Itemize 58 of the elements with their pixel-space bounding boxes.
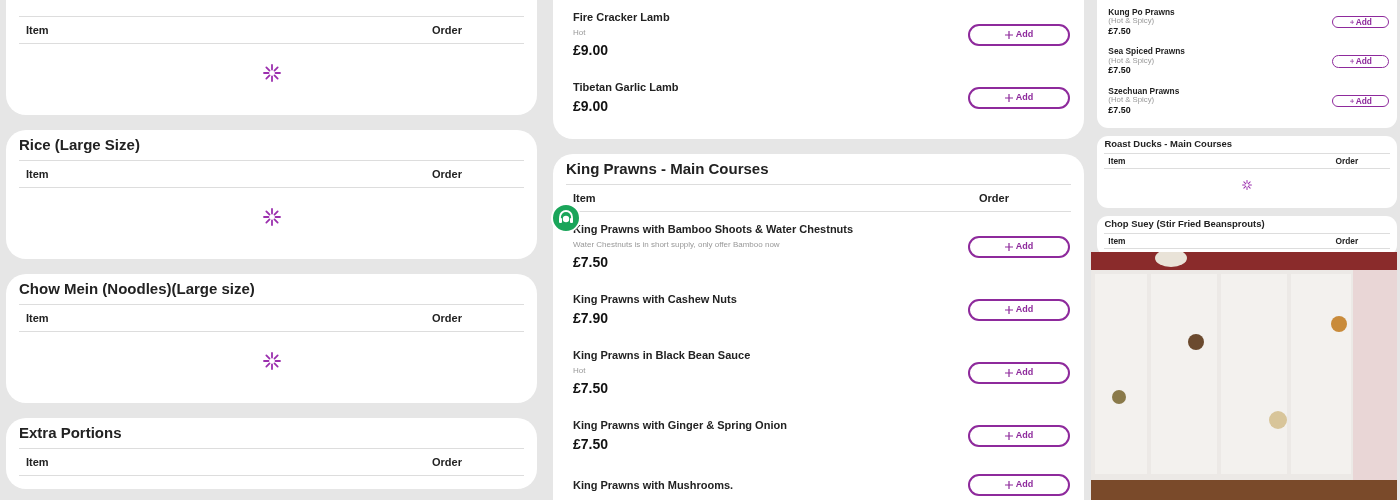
item-price: £7.50: [1108, 65, 1132, 76]
item-name: Szechuan Prawns: [1108, 86, 1180, 96]
item-name: Fire Cracker Lamb: [573, 10, 670, 25]
add-button[interactable]: Add: [968, 362, 1070, 384]
column-header: Order: [978, 190, 1010, 206]
add-button[interactable]: Add: [1332, 55, 1390, 68]
plus-icon: [1004, 432, 1013, 440]
item-name: King Prawns with Ginger & Spring Onion: [573, 418, 787, 433]
plus-icon: [1004, 481, 1013, 489]
add-button[interactable]: Add: [1332, 15, 1390, 29]
section-title: Roast Ducks - Main Courses: [1104, 137, 1234, 152]
item-price: £7.50: [1108, 104, 1132, 116]
column-header: Order: [431, 22, 463, 38]
column-header: Item: [26, 454, 49, 470]
item-price: £7.90: [573, 309, 610, 328]
column-header: Item: [26, 166, 49, 182]
column-header: Item: [573, 190, 596, 206]
item-name: Tibetan Garlic Lamb: [573, 80, 679, 95]
item-price: £7.50: [573, 253, 610, 272]
item-name: King Prawns with Mushrooms.: [573, 477, 734, 493]
item-price: £9.00: [573, 41, 610, 60]
item-price: £7.50: [573, 435, 610, 454]
column-header: Order: [431, 166, 463, 182]
column-header: Order: [1334, 154, 1360, 168]
item-name: King Prawns in Black Bean Sauce: [573, 348, 751, 363]
add-button[interactable]: Add: [968, 24, 1070, 46]
column-header: Item: [1108, 234, 1126, 248]
add-button[interactable]: Add: [968, 474, 1070, 496]
column-header: Item: [1108, 154, 1126, 168]
section-title: Chow Mein (Noodles)(Large size): [19, 279, 256, 299]
column-header: Order: [1334, 234, 1360, 248]
add-button[interactable]: Add: [968, 236, 1070, 258]
column-header: Order: [431, 310, 463, 326]
plus-icon: [1004, 243, 1013, 251]
column-header: Item: [26, 22, 49, 38]
add-button[interactable]: Add: [968, 87, 1070, 109]
item-price: £7.50: [573, 379, 610, 398]
column-header: Order: [431, 454, 463, 470]
plus-icon: [1004, 94, 1013, 102]
add-button[interactable]: Add: [1332, 94, 1390, 108]
column-header: Item: [26, 310, 49, 326]
add-button[interactable]: Add: [968, 425, 1070, 447]
item-note: Water Chestnuts is in short supply, only offer Bamboo now: [573, 239, 781, 251]
section-title: Extra Portions: [19, 423, 123, 443]
plus-icon: [1004, 31, 1013, 39]
item-price: £9.00: [573, 97, 610, 116]
item-name: King Prawns with Cashew Nuts: [573, 292, 737, 307]
item-price: £7.50: [1108, 25, 1132, 37]
item-name: Kung Po Prawns: [1108, 7, 1175, 17]
plus-icon: [1004, 306, 1013, 314]
add-button[interactable]: Add: [968, 299, 1070, 321]
section-title: King Prawns - Main Courses: [566, 159, 770, 179]
item-note: Hot: [573, 365, 587, 377]
item-name: Sea Spiced Prawns: [1108, 47, 1185, 57]
plus-icon: [1004, 369, 1013, 377]
section-title: Chop Suey (Stir Fried Beansprouts): [1104, 217, 1266, 232]
item-note: Hot: [573, 27, 587, 39]
section-title: Rice (Large Size): [19, 135, 141, 155]
